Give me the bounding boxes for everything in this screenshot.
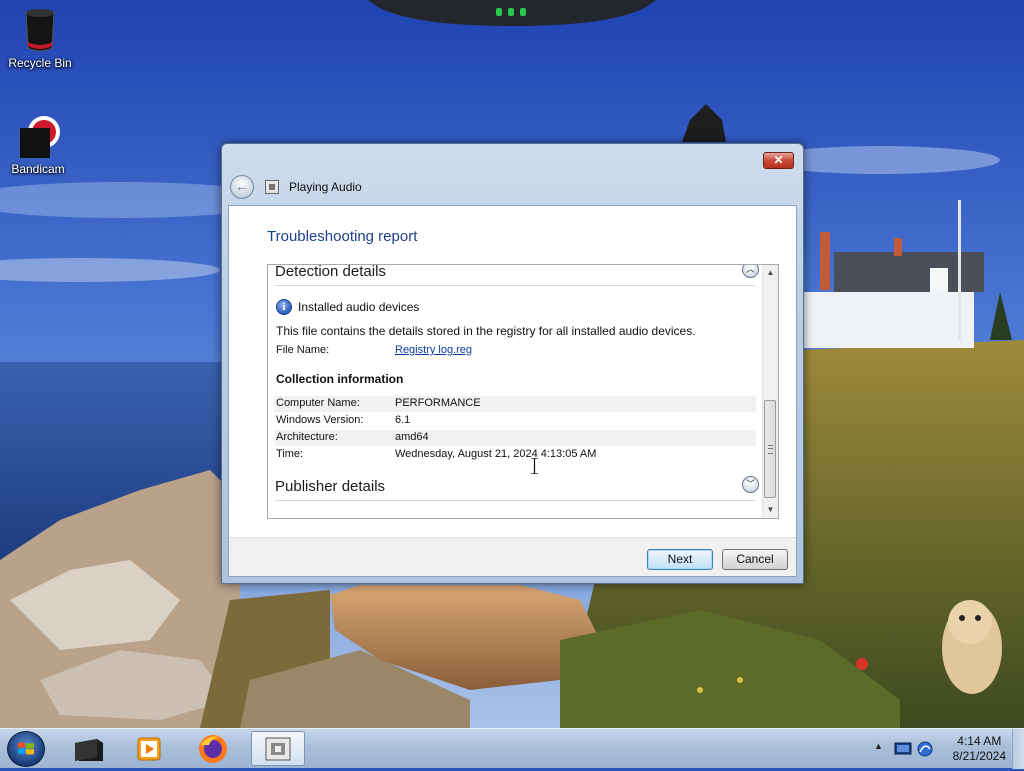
collection-info-title: Collection information xyxy=(276,372,404,386)
vertical-scrollbar[interactable]: ▲ ▼ xyxy=(762,265,778,518)
computer-name-label: Computer Name: xyxy=(276,397,360,409)
clock-time: 4:14 AM xyxy=(957,734,1002,748)
back-button[interactable]: ← xyxy=(230,175,254,199)
chevron-down-icon: ﹀ xyxy=(745,479,755,489)
time-value: Wednesday, August 21, 2024 4:13:05 AM xyxy=(395,448,597,460)
media-player-icon xyxy=(137,737,161,761)
troubleshooter-window: ✕ ← Playing Audio Troubleshooting report… xyxy=(221,143,804,584)
close-button[interactable]: ✕ xyxy=(763,152,794,169)
desktop-icon-bandicam[interactable]: Bandicam xyxy=(0,112,78,176)
wizard-content: Troubleshooting report Detection details… xyxy=(228,205,797,577)
section-title: Publisher details xyxy=(275,478,386,495)
clock-date: 8/21/2024 xyxy=(952,749,1006,763)
window-title: Playing Audio xyxy=(289,180,362,194)
next-button[interactable]: Next xyxy=(647,549,713,570)
detected-item-title: Installed audio devices xyxy=(298,300,420,314)
start-button[interactable] xyxy=(7,731,45,767)
network-icon[interactable] xyxy=(916,740,934,758)
publisher-details-header[interactable]: Publisher details ﹀ xyxy=(275,476,759,501)
taskbar-clock[interactable]: 4:14 AM 8/21/2024 xyxy=(953,734,1006,764)
firefox-icon xyxy=(199,735,227,763)
cancel-button[interactable]: Cancel xyxy=(722,549,788,570)
chevron-up-icon: ︿ xyxy=(745,264,755,274)
recycle-bin-icon xyxy=(16,6,64,54)
section-title: Detection details xyxy=(275,264,386,280)
report-scroll-area[interactable]: Detection details ︿ i Installed audio de… xyxy=(267,264,779,519)
scroll-down-button[interactable]: ▼ xyxy=(763,502,778,518)
navigation-bar: ← Playing Audio xyxy=(230,175,790,199)
detected-item-description: This file contains the details stored in… xyxy=(276,324,696,338)
action-center-icon[interactable] xyxy=(894,741,912,757)
show-hidden-icons-button[interactable]: ▲ xyxy=(874,741,883,751)
bandicam-icon xyxy=(14,112,62,160)
detection-details-header[interactable]: Detection details ︿ xyxy=(275,264,759,286)
architecture-label: Architecture: xyxy=(276,431,338,443)
info-icon: i xyxy=(276,299,292,315)
file-name-label: File Name: xyxy=(276,344,330,356)
computer-name-value: PERFORMANCE xyxy=(395,397,481,409)
windows-version-value: 6.1 xyxy=(395,414,411,426)
taskbar: ▲ 4:14 AM 8/21/2024 xyxy=(0,728,1024,769)
close-icon: ✕ xyxy=(773,153,784,167)
show-desktop-button[interactable] xyxy=(1012,729,1024,769)
taskbar-media-player-button[interactable] xyxy=(127,731,171,766)
wizard-footer: Next Cancel xyxy=(229,537,796,576)
windows-version-label: Windows Version: xyxy=(276,414,364,426)
windows-logo-icon xyxy=(18,742,34,755)
scroll-thumb[interactable] xyxy=(764,400,776,498)
house xyxy=(804,292,974,348)
troubleshooter-app-icon xyxy=(265,180,279,194)
time-label: Time: xyxy=(276,448,304,460)
architecture-value: amd64 xyxy=(395,431,429,443)
expand-section-button[interactable]: ﹀ xyxy=(742,476,759,493)
desktop-icon-label: Recycle Bin xyxy=(8,56,72,70)
taskbar-explorer-button[interactable] xyxy=(67,731,111,766)
text-cursor-icon xyxy=(531,458,538,474)
scroll-up-button[interactable]: ▲ xyxy=(763,265,778,281)
collapse-section-button[interactable]: ︿ xyxy=(742,264,759,278)
back-arrow-icon: ← xyxy=(235,178,249,194)
registry-log-link[interactable]: Registry log.reg xyxy=(395,344,472,356)
taskbar-firefox-button[interactable] xyxy=(191,731,235,766)
arrow-down-icon: ▼ xyxy=(766,505,775,514)
page-title: Troubleshooting report xyxy=(267,228,418,245)
troubleshooter-icon xyxy=(265,737,291,761)
row-shade xyxy=(274,430,756,446)
taskbar-troubleshooter-button[interactable] xyxy=(251,731,305,766)
system-tray: ▲ 4:14 AM 8/21/2024 xyxy=(864,729,1024,769)
top-gadget-bar xyxy=(368,0,656,26)
desktop-icon-recycle-bin[interactable]: Recycle Bin xyxy=(0,6,80,70)
desktop-icon-label: Bandicam xyxy=(11,162,65,176)
arrow-up-icon: ▲ xyxy=(766,268,775,277)
explorer-folder-icon xyxy=(75,739,103,761)
